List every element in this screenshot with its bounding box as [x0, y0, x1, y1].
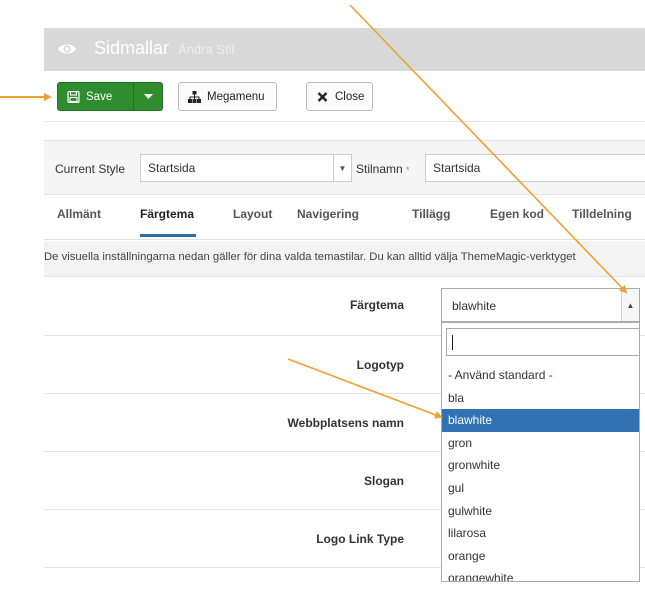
tab-tilldelning[interactable]: Tilldelning	[572, 207, 632, 221]
setting-label-webbplatsens-namn: Webbplatsens namn	[287, 416, 404, 430]
color-theme-dropdown: - Använd standard - bla blawhite gron gr…	[441, 322, 640, 582]
dropdown-option[interactable]: lilarosa	[442, 522, 639, 545]
setting-label-fargtema: Färgtema	[349, 298, 404, 312]
caret-down-icon: ▼	[333, 155, 351, 181]
style-bar: Current Style Startsida ▼ Stilnamn * Sta…	[44, 140, 645, 195]
dropdown-option[interactable]: bla	[442, 387, 639, 410]
close-button[interactable]: Close	[306, 82, 373, 111]
color-theme-value: blawhite	[452, 299, 497, 313]
dropdown-option[interactable]: orange	[442, 545, 639, 568]
page-subtitle: Ändra Stil	[178, 42, 235, 57]
tab-navigering[interactable]: Navigering	[297, 207, 359, 221]
dropdown-option[interactable]: orangewhite	[442, 567, 639, 581]
current-style-select[interactable]: Startsida ▼	[140, 154, 352, 182]
color-theme-select[interactable]: blawhite ▲	[441, 288, 640, 322]
info-text: De visuella inställningarna nedan gäller…	[44, 241, 645, 277]
stilnamn-input[interactable]: Startsida	[425, 154, 645, 182]
dropdown-option[interactable]: - Använd standard -	[442, 364, 639, 387]
tab-layout[interactable]: Layout	[233, 207, 272, 221]
caret-up-icon: ▲	[621, 289, 639, 321]
megamenu-button[interactable]: Megamenu	[178, 82, 277, 111]
setting-label-logo-link-type: Logo Link Type	[316, 532, 404, 546]
text-cursor	[452, 335, 453, 350]
active-tab-indicator	[140, 234, 196, 237]
page-title: Sidmallar	[94, 38, 170, 58]
tab-egen-kod[interactable]: Egen kod	[490, 207, 544, 221]
dropdown-option-highlighted[interactable]: blawhite	[442, 409, 639, 432]
tab-bar: Allmänt Färgtema Layout Navigering Tillä…	[44, 196, 645, 240]
megamenu-button-label: Megamenu	[207, 90, 265, 103]
dropdown-options: - Använd standard - bla blawhite gron gr…	[442, 364, 639, 581]
close-button-label: Close	[335, 90, 365, 103]
dropdown-option[interactable]: gul	[442, 477, 639, 500]
save-dropdown-toggle[interactable]	[134, 83, 162, 110]
floppy-disk-icon	[67, 90, 80, 103]
page-header: Sidmallar Ändra Stil	[44, 28, 645, 71]
save-button[interactable]: Save	[58, 83, 134, 110]
current-style-value: Startsida	[148, 161, 196, 175]
tab-allmant[interactable]: Allmänt	[57, 207, 101, 221]
setting-label-logotyp: Logotyp	[356, 358, 404, 372]
tab-fargtema[interactable]: Färgtema	[140, 207, 194, 221]
dropdown-search-input[interactable]	[446, 328, 639, 356]
toolbar: Save Megamenu Close	[44, 71, 645, 122]
save-button-group: Save	[57, 82, 163, 111]
save-button-label: Save	[86, 90, 113, 103]
dropdown-option[interactable]: gronwhite	[442, 454, 639, 477]
sitemap-icon	[188, 90, 201, 103]
tab-tillagg[interactable]: Tillägg	[412, 207, 450, 221]
caret-down-icon	[143, 94, 153, 99]
setting-label-slogan: Slogan	[363, 474, 404, 488]
dropdown-option[interactable]: gron	[442, 432, 639, 455]
info-text-content: De visuella inställningarna nedan gäller…	[44, 251, 576, 263]
eye-icon	[58, 44, 76, 54]
close-icon	[317, 91, 328, 102]
required-mark: *	[406, 165, 410, 175]
stilnamn-value: Startsida	[433, 161, 481, 175]
stilnamn-label: Stilnamn *	[356, 162, 410, 176]
current-style-label: Current Style	[55, 162, 126, 176]
dropdown-option[interactable]: gulwhite	[442, 500, 639, 523]
